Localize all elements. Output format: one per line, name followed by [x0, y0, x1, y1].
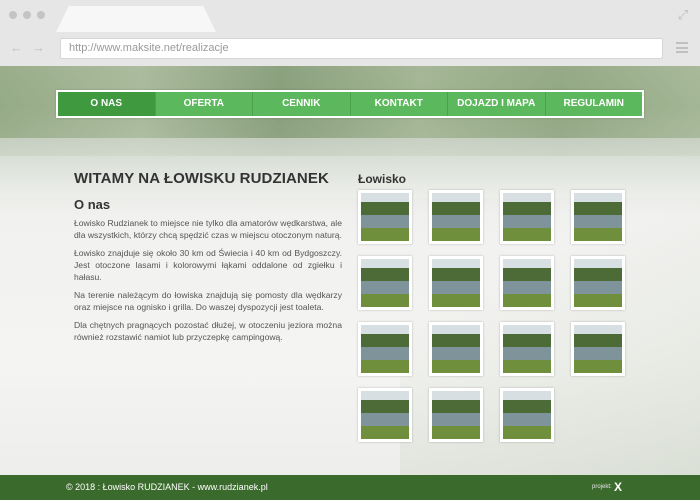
paragraph: Łowisko Rudzianek to miejsce nie tylko d…	[74, 218, 342, 240]
gallery-thumbnail[interactable]	[429, 256, 483, 310]
thumbnail-grass	[432, 359, 480, 373]
thumbnail-grass	[503, 359, 551, 373]
address-bar[interactable]: http://www.maksite.net/realizacje	[60, 38, 663, 59]
browser-tab[interactable]	[56, 6, 216, 32]
maximize-window-dot[interactable]	[37, 11, 45, 19]
gallery-thumbnail[interactable]	[571, 256, 625, 310]
gallery-thumbnail[interactable]	[571, 322, 625, 376]
gallery-thumbnail[interactable]	[358, 256, 412, 310]
gallery-title: Łowisko	[358, 172, 407, 186]
navigation-arrows: ← →	[10, 41, 45, 55]
minimize-window-dot[interactable]	[23, 11, 31, 19]
window-controls	[9, 11, 45, 19]
gallery-thumbnail[interactable]	[500, 322, 554, 376]
nav-item-oferta[interactable]: OFERTA	[156, 92, 253, 116]
gallery-thumbnail[interactable]	[358, 388, 412, 442]
thumbnail-grass	[361, 293, 409, 307]
forward-arrow-icon[interactable]: →	[32, 41, 45, 55]
gallery-thumbnail[interactable]	[358, 190, 412, 244]
web-page: O NAS OFERTA CENNIK KONTAKT DOJAZD I MAP…	[0, 66, 700, 500]
section-subtitle: O nas	[74, 197, 111, 212]
gallery-thumbnail[interactable]	[429, 190, 483, 244]
thumbnail-grass	[503, 293, 551, 307]
thumbnail-grass	[432, 293, 480, 307]
thumbnail-grass	[574, 293, 622, 307]
thumbnail-grass	[503, 227, 551, 241]
photo-gallery	[358, 190, 628, 442]
gallery-thumbnail[interactable]	[571, 190, 625, 244]
gallery-thumbnail[interactable]	[500, 190, 554, 244]
browser-chrome: ⤢ ← → http://www.maksite.net/realizacje	[0, 0, 700, 66]
gallery-thumbnail[interactable]	[429, 388, 483, 442]
close-window-dot[interactable]	[9, 11, 17, 19]
thumbnail-grass	[361, 425, 409, 439]
paragraph: Dla chętnych pragnących pozostać dłużej,…	[74, 320, 342, 342]
maksite-logo-icon[interactable]: X	[614, 481, 634, 494]
back-arrow-icon[interactable]: ←	[10, 41, 23, 55]
thumbnail-grass	[503, 425, 551, 439]
expand-icon[interactable]: ⤢	[676, 8, 690, 22]
gallery-thumbnail[interactable]	[500, 256, 554, 310]
footer-project-label: projekt:	[592, 484, 612, 490]
thumbnail-grass	[361, 359, 409, 373]
nav-item-cennik[interactable]: CENNIK	[253, 92, 351, 116]
thumbnail-grass	[574, 359, 622, 373]
paragraph: Łowisko znajduje się około 30 km od Świe…	[74, 248, 342, 282]
thumbnail-grass	[574, 227, 622, 241]
thumbnail-grass	[361, 227, 409, 241]
thumbnail-grass	[432, 425, 480, 439]
gallery-thumbnail[interactable]	[500, 388, 554, 442]
thumbnail-grass	[432, 227, 480, 241]
hamburger-menu-icon[interactable]	[676, 42, 688, 53]
main-navigation: O NAS OFERTA CENNIK KONTAKT DOJAZD I MAP…	[56, 90, 644, 118]
nav-item-kontakt[interactable]: KONTAKT	[351, 92, 448, 116]
page-title: WITAMY NA ŁOWISKU RUDZIANEK	[74, 170, 329, 187]
nav-item-dojazd[interactable]: DOJAZD I MAPA	[448, 92, 546, 116]
gallery-thumbnail[interactable]	[429, 322, 483, 376]
paragraph: Na terenie należącym do łowiska znajdują…	[74, 290, 342, 312]
footer: © 2018 : Łowisko RUDZIANEK - www.rudzian…	[0, 475, 700, 500]
main-content: WITAMY NA ŁOWISKU RUDZIANEK O nas Łowisk…	[74, 170, 342, 349]
nav-item-o-nas[interactable]: O NAS	[58, 92, 156, 116]
gallery-thumbnail[interactable]	[358, 322, 412, 376]
footer-copyright: © 2018 : Łowisko RUDZIANEK - www.rudzian…	[66, 482, 268, 492]
nav-item-regulamin[interactable]: REGULAMIN	[546, 92, 643, 116]
